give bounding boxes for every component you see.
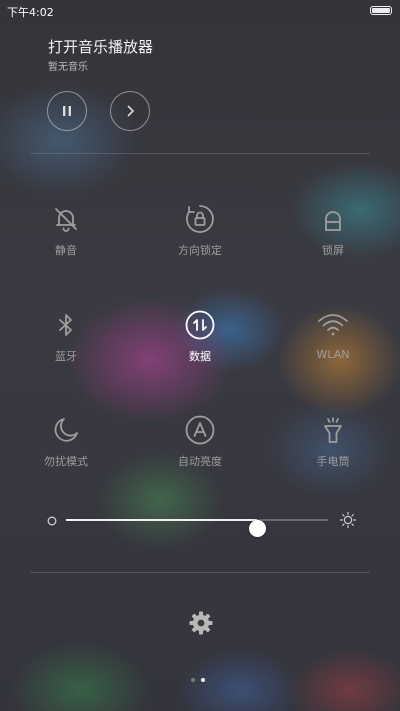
status-time: 下午4:02 xyxy=(7,6,54,19)
toggle-lock-screen-label: 锁屏 xyxy=(322,244,344,257)
music-player-title[interactable]: 打开音乐播放器 xyxy=(48,36,153,57)
battery-icon xyxy=(370,6,392,15)
toggle-lock-screen[interactable]: 锁屏 xyxy=(278,202,388,272)
moon-icon xyxy=(49,413,83,447)
divider-top xyxy=(30,153,370,154)
brightness-track-fill xyxy=(66,519,258,521)
bluetooth-icon xyxy=(49,308,83,342)
toggle-do-not-disturb[interactable]: 勿扰模式 xyxy=(11,413,121,483)
page-dot xyxy=(191,678,195,682)
toggle-orientation-lock-label: 方向锁定 xyxy=(178,244,222,257)
brightness-slider[interactable] xyxy=(45,510,357,537)
toggle-flashlight[interactable]: 手电筒 xyxy=(278,413,388,483)
brightness-low-icon xyxy=(47,516,57,526)
wifi-icon xyxy=(316,308,350,342)
toggle-wlan[interactable]: WLAN xyxy=(278,308,388,378)
toggle-mobile-data[interactable]: 数据 xyxy=(145,308,255,378)
next-track-button[interactable] xyxy=(110,91,150,131)
lock-icon xyxy=(316,202,350,236)
page-dot xyxy=(201,678,205,682)
toggle-mobile-data-label: 数据 xyxy=(189,350,211,363)
toggle-wlan-label: WLAN xyxy=(316,348,350,361)
page-indicator xyxy=(191,677,211,683)
gear-icon xyxy=(189,611,213,635)
brightness-track[interactable] xyxy=(66,519,328,537)
toggle-do-not-disturb-label: 勿扰模式 xyxy=(44,455,88,468)
mobile-data-icon xyxy=(183,308,217,342)
flashlight-icon xyxy=(316,413,350,447)
pause-icon xyxy=(63,106,71,116)
settings-button[interactable] xyxy=(187,609,215,637)
toggle-flashlight-label: 手电筒 xyxy=(316,455,350,468)
toggle-orientation-lock[interactable]: 方向锁定 xyxy=(145,202,255,272)
toggle-auto-brightness[interactable]: 自动亮度 xyxy=(145,413,255,483)
toggle-auto-brightness-label: 自动亮度 xyxy=(178,455,222,468)
bell-slash-icon xyxy=(49,202,83,236)
rotation-lock-icon xyxy=(183,202,217,236)
status-bar: 下午4:02 xyxy=(0,0,400,22)
toggle-mute-label: 静音 xyxy=(55,244,77,257)
toggle-bluetooth[interactable]: 蓝牙 xyxy=(11,308,121,378)
chevron-right-icon xyxy=(127,105,135,117)
toggle-mute[interactable]: 静音 xyxy=(11,202,121,272)
brightness-high-icon xyxy=(339,511,357,529)
music-player-subtitle: 暂无音乐 xyxy=(48,62,88,73)
pause-button[interactable] xyxy=(47,91,87,131)
auto-brightness-icon xyxy=(183,413,217,447)
toggle-bluetooth-label: 蓝牙 xyxy=(55,350,77,363)
divider-bottom xyxy=(30,572,370,573)
